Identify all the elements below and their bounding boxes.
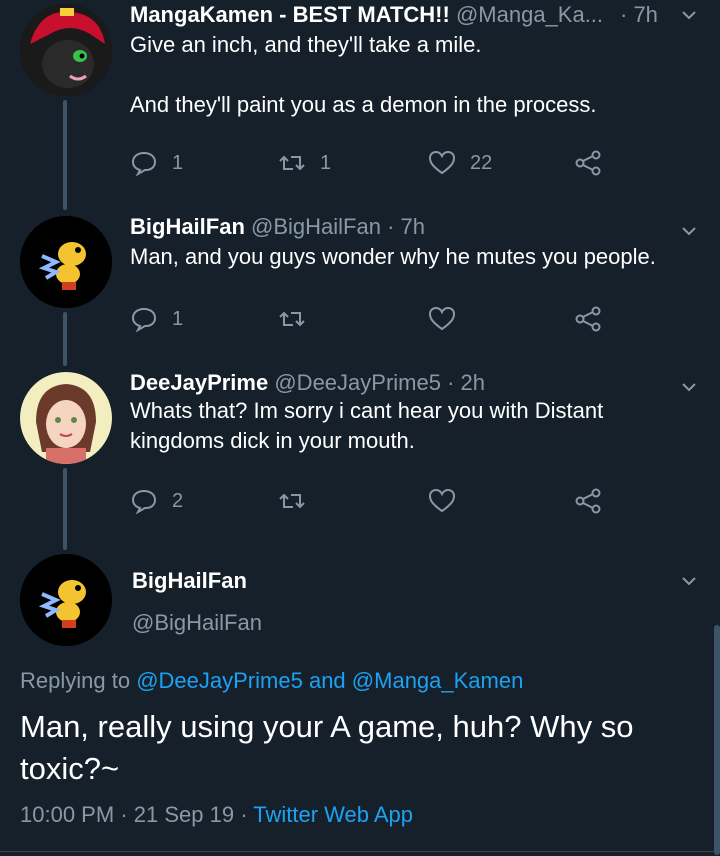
retweet-icon (279, 493, 305, 509)
reply-icon (131, 489, 157, 515)
mention-link[interactable]: @DeeJayPrime5 (136, 668, 303, 693)
tweet-text: Man, really using your A game, huh? Why … (20, 709, 634, 786)
user-handle[interactable]: @Manga_Ka... (456, 2, 603, 27)
user-handle[interactable]: @BigHailFan (251, 214, 381, 239)
tweet-text: Man, and you guys wonder why he mutes yo… (130, 244, 656, 269)
reply-button[interactable]: 2 (130, 486, 183, 516)
retweet-icon (279, 155, 305, 171)
reply-count: 1 (172, 307, 184, 330)
tweet-time[interactable]: 10:00 PM (20, 802, 114, 827)
reply-count: 2 (172, 489, 184, 512)
share-button[interactable] (574, 304, 602, 334)
replying-to: Replying to @DeeJayPrime5 and @Manga_Kam… (20, 668, 523, 694)
focused-tweet[interactable]: BigHailFan @BigHailFan Replying to @DeeJ… (0, 554, 720, 856)
replying-prefix: Replying to (20, 668, 131, 693)
like-icon (428, 306, 456, 331)
share-icon (575, 150, 601, 176)
tweet-date[interactable]: 21 Sep 19 (134, 802, 234, 827)
share-button[interactable] (574, 148, 602, 178)
avatar[interactable] (20, 554, 112, 646)
tweet-actions: 2 (130, 486, 610, 516)
tweet-text: Give an inch, and they'll take a mile. A… (130, 32, 597, 117)
retweet-icon (279, 311, 305, 327)
display-name[interactable]: DeeJayPrime (130, 370, 268, 395)
user-handle[interactable]: @DeeJayPrime5 (274, 370, 441, 395)
retweet-button[interactable] (278, 304, 306, 334)
tweet-header: BigHailFan @BigHailFan · 7h (130, 214, 425, 240)
replying-and: and (308, 668, 346, 693)
like-icon (428, 150, 456, 175)
tweet-meta: 10:00 PM · 21 Sep 19 · Twitter Web App (20, 802, 413, 828)
chevron-down-icon[interactable] (680, 6, 698, 24)
reply-button[interactable]: 1 (130, 148, 183, 178)
like-button[interactable]: 22 (428, 148, 492, 178)
like-button[interactable] (428, 304, 456, 334)
chevron-down-icon[interactable] (680, 222, 698, 240)
share-button[interactable] (574, 486, 602, 516)
avatar[interactable] (20, 216, 112, 308)
reply-button[interactable]: 1 (130, 304, 183, 334)
like-icon (428, 488, 456, 513)
tweet[interactable]: BigHailFan @BigHailFan · 7h Man, and you… (0, 214, 720, 354)
like-count: 22 (470, 151, 493, 174)
timestamp[interactable]: · 7h (387, 214, 425, 239)
tweet[interactable]: MangaKamen - BEST MATCH!! @Manga_Ka... ·… (0, 0, 720, 200)
retweet-button[interactable] (278, 486, 306, 516)
share-icon (575, 306, 601, 332)
avatar[interactable] (20, 4, 112, 96)
tweet-header: MangaKamen - BEST MATCH!! @Manga_Ka... (130, 2, 603, 28)
divider (0, 851, 720, 852)
chevron-down-icon[interactable] (680, 378, 698, 396)
reply-count: 1 (172, 151, 184, 174)
retweet-button[interactable]: 1 (278, 148, 331, 178)
share-icon (575, 488, 601, 514)
tweet-header: DeeJayPrime @DeeJayPrime5 · 2h (130, 370, 485, 396)
like-button[interactable] (428, 486, 456, 516)
meta-separator: · (240, 802, 248, 827)
avatar[interactable] (20, 372, 112, 464)
tweet[interactable]: DeeJayPrime @DeeJayPrime5 · 2h Whats tha… (0, 370, 720, 530)
chevron-down-icon[interactable] (680, 572, 698, 590)
display-name[interactable]: BigHailFan (130, 214, 245, 239)
tweet-actions: 1 (130, 304, 610, 334)
reply-icon (131, 307, 157, 333)
display-name[interactable]: MangaKamen - BEST MATCH!! (130, 2, 450, 27)
tweet-source[interactable]: Twitter Web App (253, 802, 413, 827)
retweet-count: 1 (320, 151, 332, 174)
user-handle[interactable]: @BigHailFan (132, 610, 262, 636)
mention-link[interactable]: @Manga_Kamen (352, 668, 524, 693)
tweet-text: Whats that? Im sorry i cant hear you wit… (130, 398, 604, 453)
meta-separator: · (120, 802, 128, 827)
reply-icon (131, 151, 157, 177)
timestamp[interactable]: · 7h (620, 2, 658, 28)
tweet-actions: 1 1 22 (130, 148, 610, 178)
display-name[interactable]: BigHailFan (132, 568, 247, 594)
scrollbar[interactable] (714, 625, 720, 855)
timestamp[interactable]: · 2h (447, 370, 485, 395)
